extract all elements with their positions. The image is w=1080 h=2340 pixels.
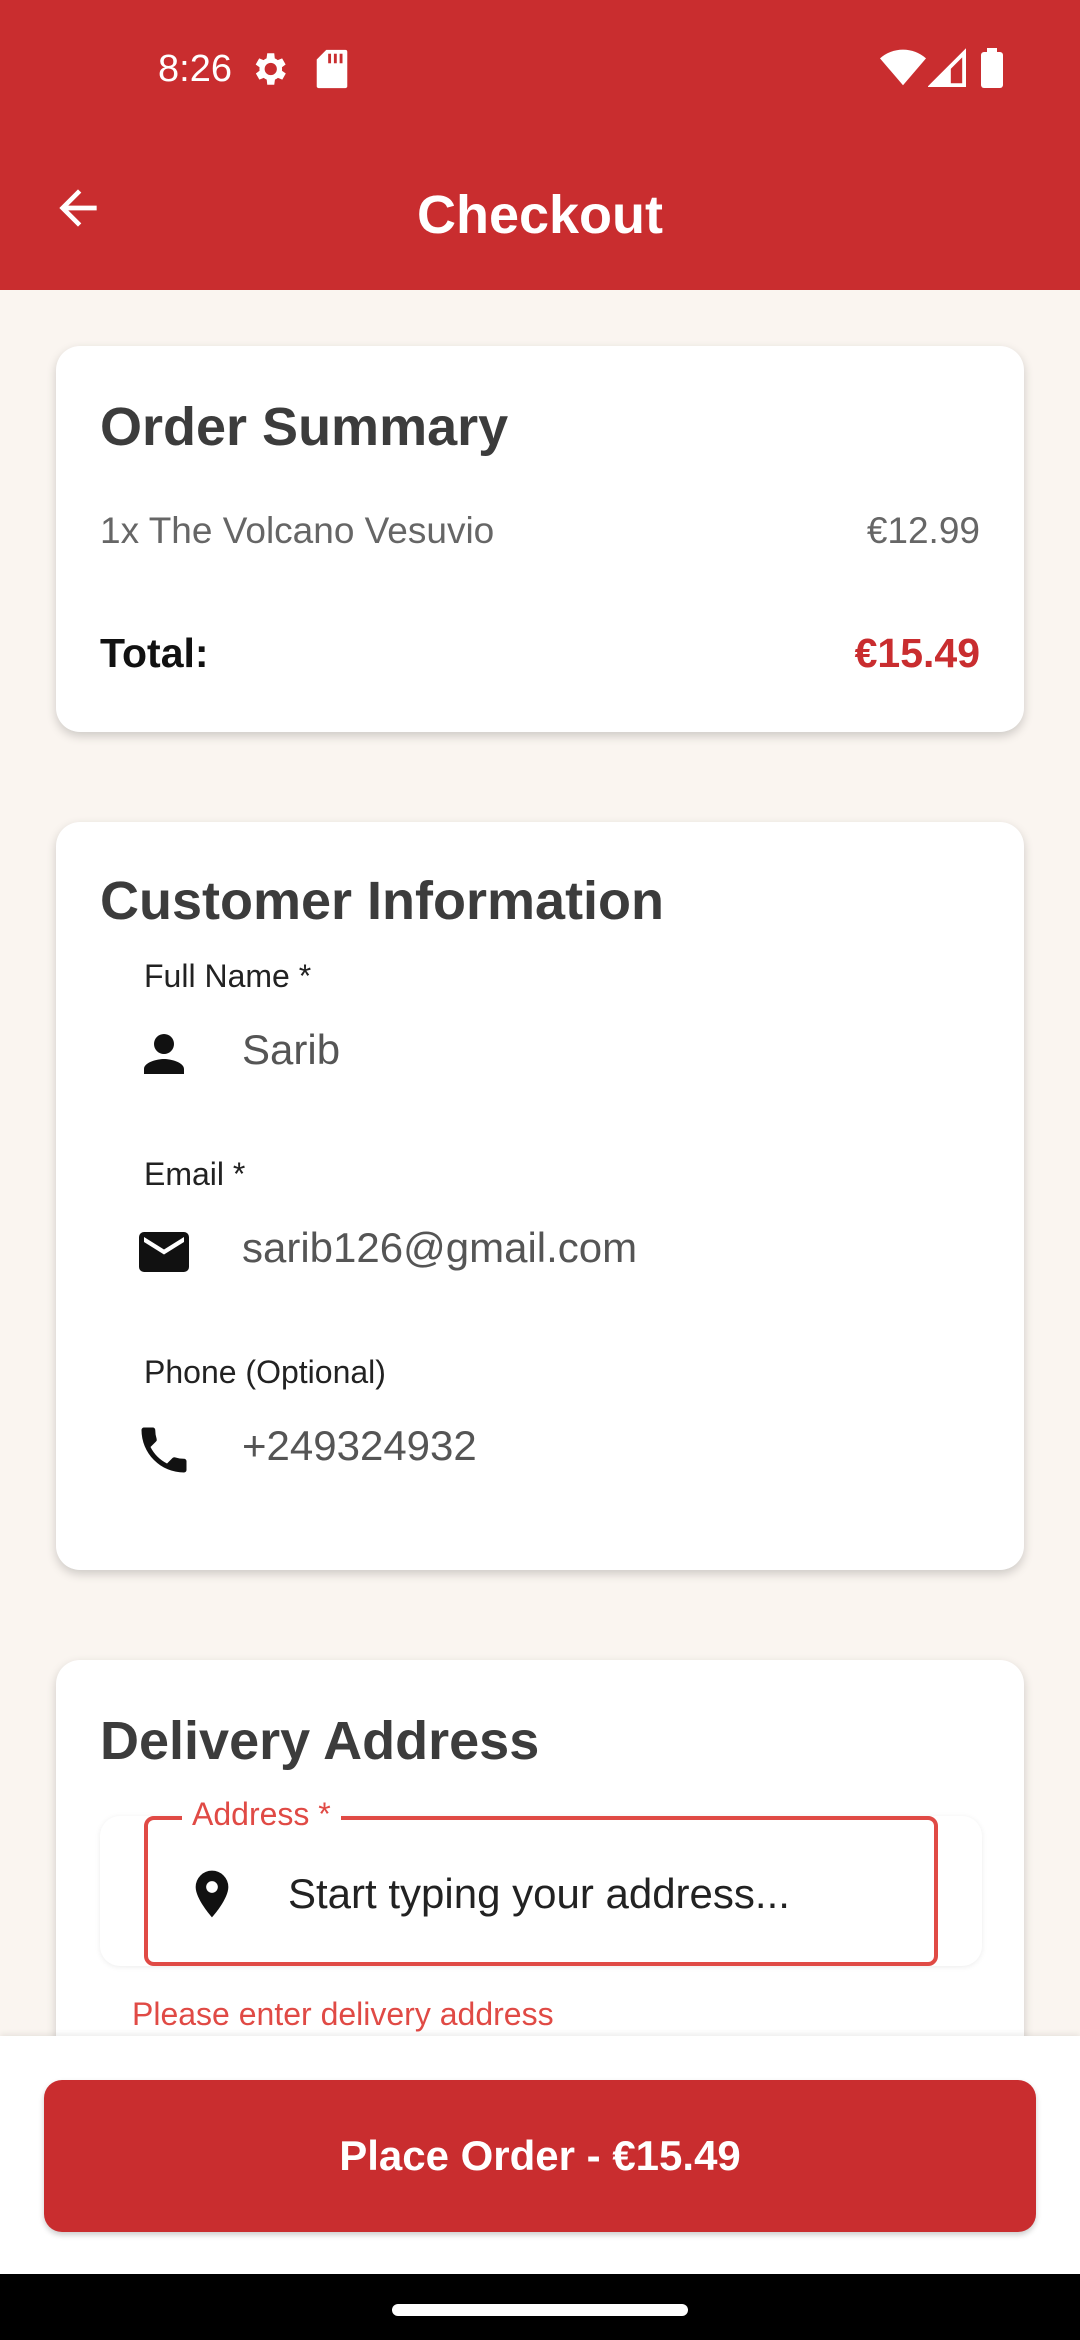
settings-gear-icon <box>255 53 286 85</box>
page-title: Checkout <box>416 185 664 245</box>
address-error-text: Please enter delivery address <box>132 1996 554 2032</box>
status-time: 8:26 <box>158 48 232 90</box>
address-autocomplete: Address * Start typing your address... <box>100 1796 982 1966</box>
email-field[interactable]: sarib126@gmail.com <box>242 1224 637 1272</box>
mail-icon <box>139 1232 189 1272</box>
address-input[interactable]: Address * Start typing your address... <box>144 1796 938 1966</box>
full-name-label: Full Name * <box>144 958 312 994</box>
sd-card-icon <box>316 49 348 89</box>
system-nav-bar <box>0 2274 1080 2340</box>
order-item-price: €12.99 <box>866 510 980 551</box>
phone-field[interactable]: +249324932 <box>242 1422 477 1470</box>
wifi-icon <box>880 49 926 86</box>
order-summary-title: Order Summary <box>100 397 509 457</box>
address-label: Address * <box>182 1796 341 1833</box>
full-name-field[interactable]: Sarib <box>242 1026 340 1074</box>
order-item-name: 1x The Volcano Vesuvio <box>100 510 495 551</box>
person-icon <box>144 1034 184 1074</box>
order-summary-card: Order Summary 1x The Volcano Vesuvio €12… <box>56 346 1024 732</box>
customer-info-title: Customer Information <box>100 871 665 931</box>
home-gesture-handle[interactable] <box>392 2304 688 2316</box>
email-label: Email * <box>144 1156 246 1192</box>
delivery-address-title: Delivery Address <box>100 1711 540 1771</box>
bottom-action-bar: Place Order - €15.49 <box>0 2036 1080 2274</box>
status-bar: 8:26 <box>0 0 1080 140</box>
location-pin-icon <box>195 1870 229 1918</box>
address-placeholder: Start typing your address... <box>288 1870 790 1917</box>
total-value: €15.49 <box>854 630 980 676</box>
app-bar: Checkout <box>0 140 1080 290</box>
battery-icon <box>981 48 1003 88</box>
phone-label: Phone (Optional) <box>144 1354 386 1390</box>
customer-info-card: Customer Information Full Name * Sarib E… <box>56 822 1024 1570</box>
place-order-button[interactable]: Place Order - €15.49 <box>44 2080 1036 2232</box>
phone-icon <box>141 1427 187 1473</box>
total-label: Total: <box>100 630 209 676</box>
cell-signal-icon <box>928 48 966 87</box>
